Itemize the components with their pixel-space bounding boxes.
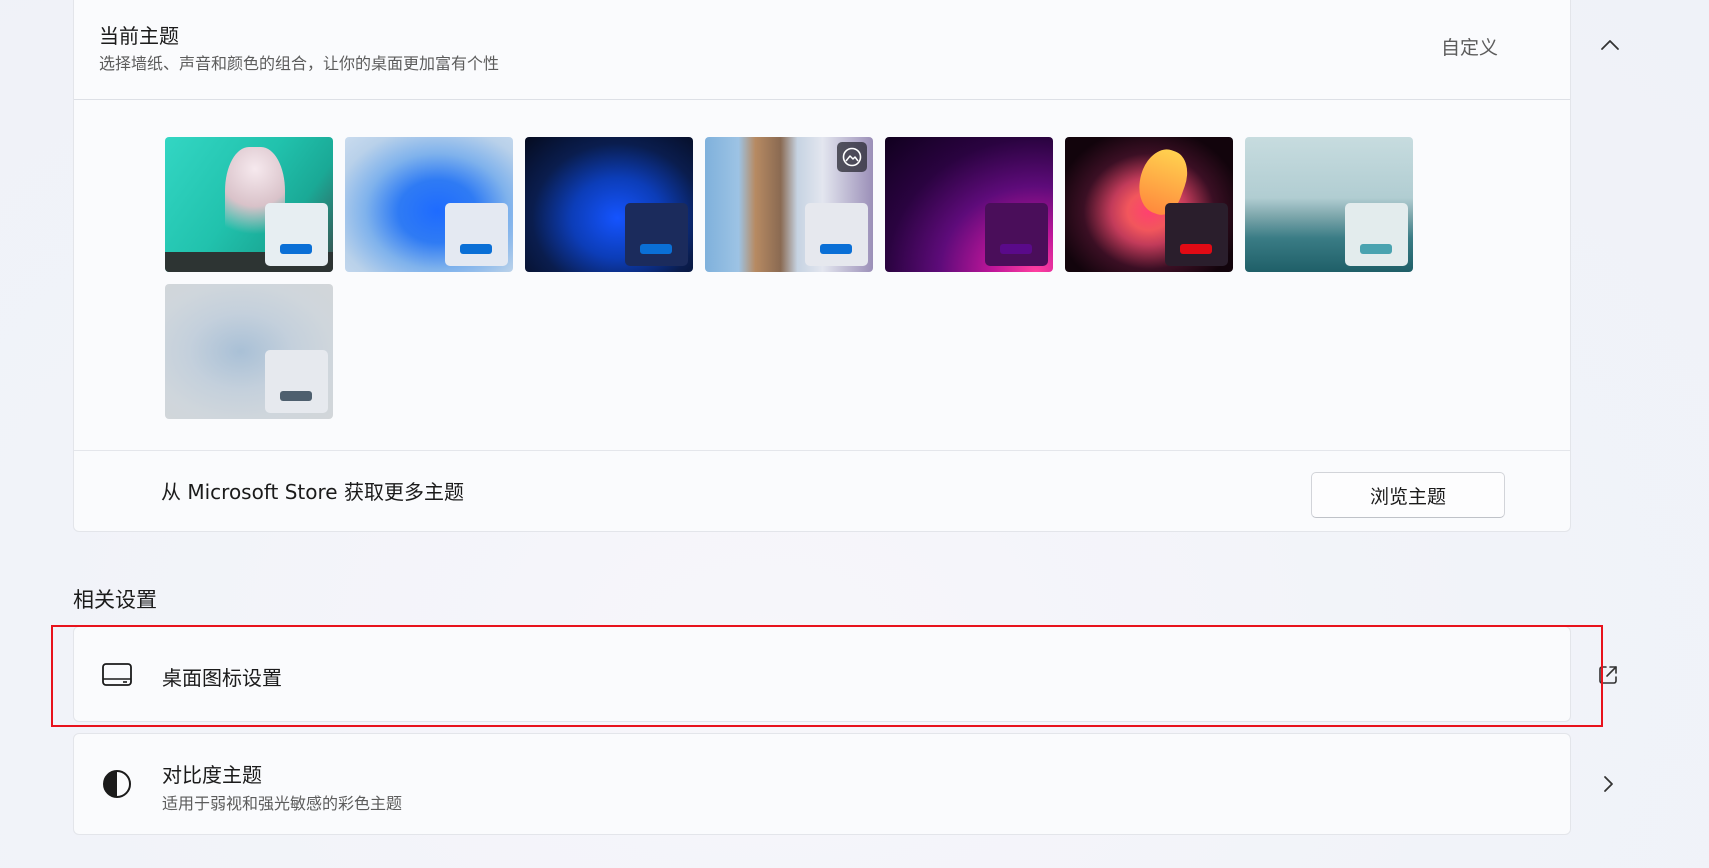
theme-accent-bar [1360,244,1392,254]
theme-thumbnail-8[interactable] [165,284,333,419]
current-theme-title: 当前主题 [99,24,179,48]
desktop-icon-settings-label: 桌面图标设置 [162,666,282,690]
theme-thumbnail-1[interactable] [165,137,333,272]
contrast-icon [103,770,131,798]
theme-accent-bar [460,244,492,254]
theme-window-preview [625,203,688,266]
chevron-right-icon [1604,776,1613,792]
theme-thumbnail-6[interactable] [1065,137,1233,272]
theme-window-preview [265,203,328,266]
current-theme-header[interactable]: 当前主题 选择墙纸、声音和颜色的组合，让你的桌面更加富有个性 自定义 [74,0,1619,100]
theme-accent-bar [640,244,672,254]
theme-window-preview [445,203,508,266]
chevron-up-icon[interactable] [1599,37,1621,51]
theme-thumbnail-3[interactable] [525,137,693,272]
monitor-icon [102,663,132,686]
theme-thumbnail-4[interactable] [705,137,873,272]
desktop-icon-settings-item[interactable]: 桌面图标设置 [73,626,1617,722]
current-theme-subtitle: 选择墙纸、声音和颜色的组合，让你的桌面更加富有个性 [99,54,500,73]
theme-window-preview [265,350,328,413]
theme-accent-bar [280,391,312,401]
related-settings-heading: 相关设置 [73,588,157,612]
theme-accent-bar [280,244,312,254]
theme-accent-bar [820,244,852,254]
theme-thumbnail-5[interactable] [885,137,1053,272]
theme-window-preview [805,203,868,266]
store-themes-label: 从 Microsoft Store 获取更多主题 [161,480,464,504]
theme-accent-bar [1000,244,1032,254]
current-theme-value: 自定义 [1441,37,1499,59]
contrast-themes-label: 对比度主题 [162,763,262,787]
theme-thumbnail-2[interactable] [345,137,513,272]
theme-window-preview [1345,203,1408,266]
external-link-icon [1599,666,1617,684]
divider [74,450,1570,451]
slideshow-icon [837,142,867,172]
theme-thumbnail-7[interactable] [1245,137,1413,272]
theme-accent-bar [1180,244,1212,254]
browse-themes-button[interactable]: 浏览主题 [1311,472,1505,518]
contrast-themes-description: 适用于弱视和强光敏感的彩色主题 [162,794,403,813]
contrast-themes-item[interactable]: 对比度主题 适用于弱视和强光敏感的彩色主题 [73,733,1613,835]
theme-window-preview [1165,203,1228,266]
theme-window-preview [985,203,1048,266]
current-theme-card: 当前主题 选择墙纸、声音和颜色的组合，让你的桌面更加富有个性 自定义 从 Mic… [73,0,1619,532]
